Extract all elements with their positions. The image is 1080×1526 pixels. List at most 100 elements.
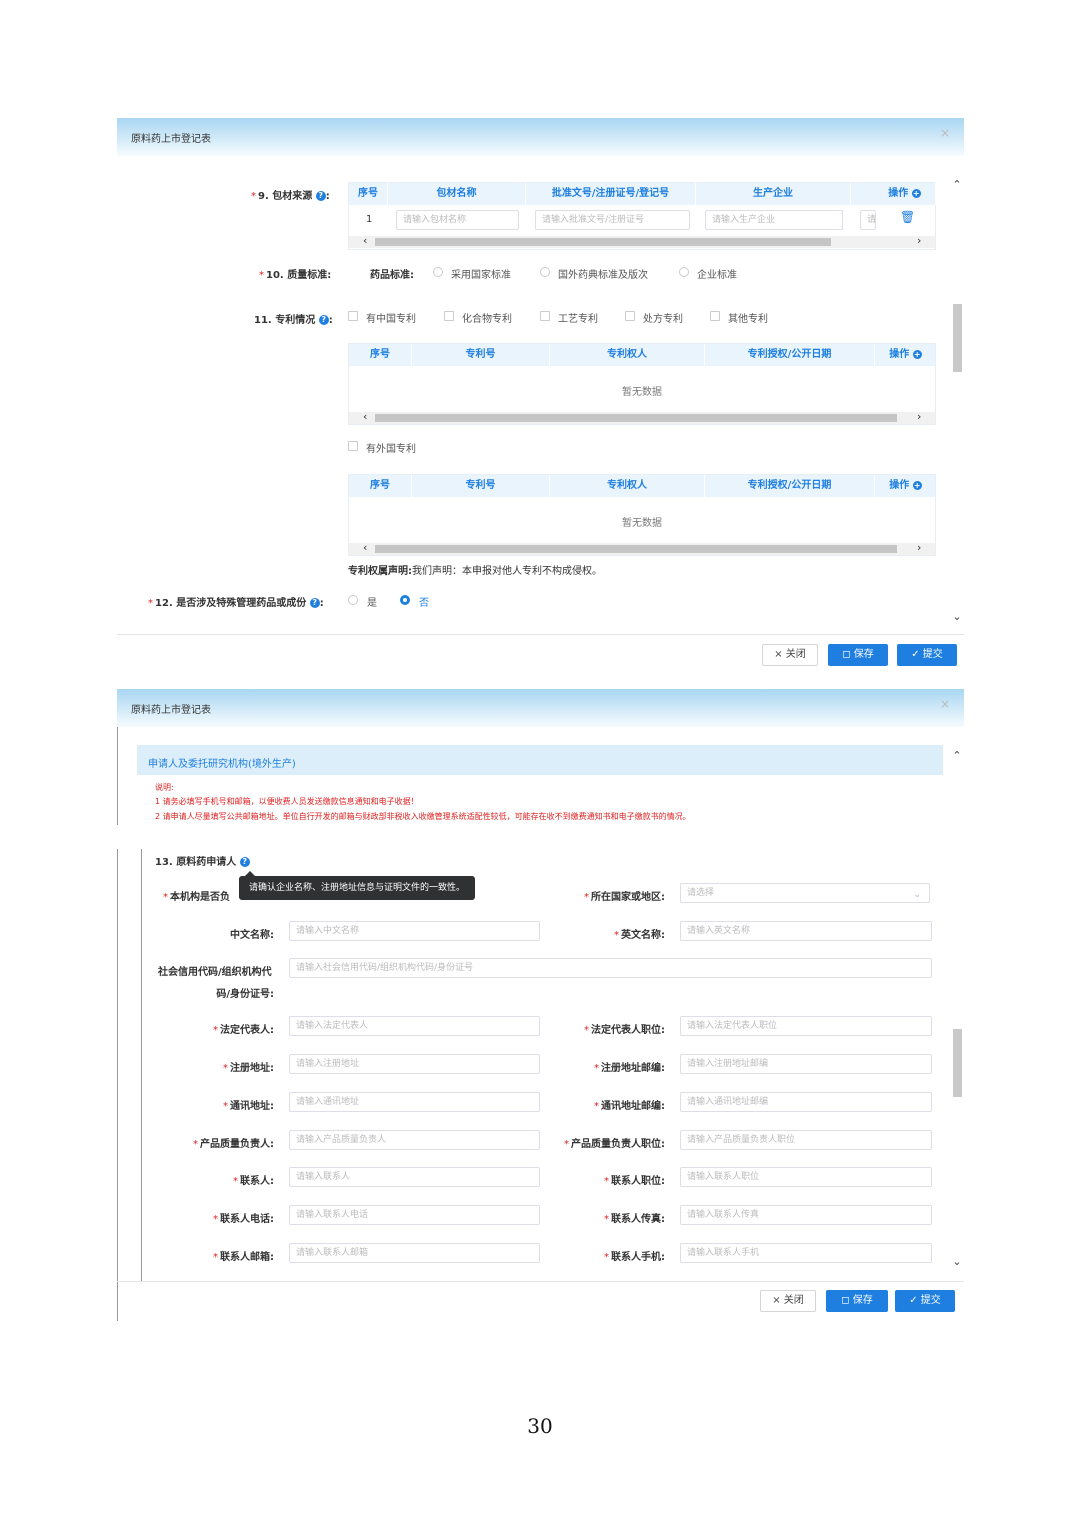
country-select[interactable]: 请选择 ⌄ [680,883,930,903]
reg-zip-input[interactable]: 请输入注册地址邮编 [680,1054,932,1074]
scroll-thumb[interactable] [953,1029,962,1097]
save-button[interactable]: ◻ 保存 [828,644,888,666]
label-packaging-source: * 9. 包材来源 ?: [251,191,330,202]
scroll-left-icon[interactable]: ‹ [363,541,367,554]
scroll-up-icon[interactable]: ⌃ [951,178,963,191]
option-foreign-pharmacopoeia: 国外药典标准及版次 [558,270,648,281]
help-icon[interactable]: ? [315,191,326,201]
scroll-up-icon[interactable]: ⌃ [951,749,963,762]
save-button[interactable]: ◻ 保存 [826,1290,888,1312]
label-contact-pos: * 联系人职位: [604,1176,665,1187]
dialog-divider [117,634,964,635]
packaging-table: 序号 包材名称 批准文号/注册证号/登记号 生产企业 操作 + 1 请输入包材名… [348,182,936,250]
checkbox-china-patent[interactable] [348,311,358,321]
add-icon[interactable]: + [912,349,922,359]
radio-yes[interactable] [348,595,358,605]
label-contact-email: * 联系人邮箱: [213,1252,274,1263]
submit-button[interactable]: ✓ 提交 [895,1290,955,1312]
checkbox-compound-patent[interactable] [444,311,454,321]
radio-national-standard[interactable] [433,267,443,277]
qa-person-input[interactable]: 请输入产品质量负责人 [289,1130,540,1150]
mail-addr-input[interactable]: 请输入通讯地址 [289,1092,540,1112]
label-contact-fax: * 联系人传真: [604,1214,665,1225]
legal-rep-input[interactable]: 请输入法定代表人 [289,1016,540,1036]
label-mail-zip: * 通讯地址邮编: [594,1101,665,1112]
legal-rep-pos-input[interactable]: 请输入法定代表人职位 [680,1016,932,1036]
empty-text: 暂无数据 [622,518,662,529]
close-button[interactable]: × 关闭 [760,1290,816,1312]
page-number: 30 [527,1414,553,1438]
close-button[interactable]: × 关闭 [762,644,818,666]
form-border-left [141,849,142,1281]
scroll-right-icon[interactable]: › [917,541,921,554]
radio-foreign-pharmacopoeia[interactable] [540,267,550,277]
label-credit-code-1: 社会信用代码/组织机构代 [158,967,272,978]
checkbox-other-patent[interactable] [710,311,720,321]
dialog-registration-1: 原料药上市登记表 × ⌃ ⌄ * 9. 包材来源 ?: 序号 包材名称 批准文号/… [117,118,964,666]
credit-code-input[interactable]: 请输入社会信用代码/组织机构代码/身份证号 [289,958,932,978]
contact-email-input[interactable]: 请输入联系人邮箱 [289,1243,540,1263]
extra-input[interactable]: 请 [860,210,876,230]
contact-tel-input[interactable]: 请输入联系人电话 [289,1205,540,1225]
scroll-left-icon[interactable]: ‹ [363,234,367,247]
checkbox-formulation-patent[interactable] [625,311,635,321]
contact-fax-input[interactable]: 请输入联系人传真 [680,1205,932,1225]
close-icon[interactable]: × [940,697,950,711]
china-patent-table: 序号 专利号 专利权人 专利授权/公开日期 操作 + 暂无数据 ‹ › [348,343,937,425]
patent-declaration: 专利权属声明:我们声明：本申报对他人专利不构成侵权。 [348,566,602,577]
col-approval-number: 批准文号/注册证号/登记号 [526,183,696,205]
label-patent-status: 11. 专利情况 ?: [254,315,333,326]
scroll-down-icon[interactable]: ⌄ [951,610,963,623]
col-patentee: 专利权人 [550,475,705,497]
hscroll-thumb[interactable] [375,545,897,553]
submit-button[interactable]: ✓ 提交 [897,644,957,666]
option-compound-patent: 化合物专利 [462,314,512,325]
help-icon[interactable]: ? [318,315,329,325]
label-legal-rep-pos: * 法定代表人职位: [584,1025,665,1036]
dialog-header: 原料药上市登记表 × [117,689,964,727]
vertical-scrollbar[interactable]: ⌃ ⌄ [951,178,963,628]
approval-number-input[interactable]: 请输入批准文号/注册证号 [535,210,690,230]
mail-zip-input[interactable]: 请输入通讯地址邮编 [680,1092,932,1112]
reg-addr-input[interactable]: 请输入注册地址 [289,1054,540,1074]
col-patent-number: 专利号 [412,344,550,366]
en-name-input[interactable]: 请输入英文名称 [680,921,932,941]
notice-heading: 说明: [155,783,174,792]
delete-icon[interactable]: 🗑 [900,210,915,224]
horizontal-scrollbar[interactable]: ‹ › [349,410,935,424]
close-icon[interactable]: × [940,126,950,140]
checkbox-foreign-patent[interactable] [348,441,358,451]
label-contact-tel: * 联系人电话: [213,1214,274,1225]
scroll-down-icon[interactable]: ⌄ [951,1255,963,1268]
horizontal-scrollbar[interactable]: ‹ › [349,541,935,555]
scroll-right-icon[interactable]: › [917,234,921,247]
add-icon[interactable]: + [912,480,922,490]
radio-enterprise-standard[interactable] [679,267,689,277]
label-qa-person: * 产品质量负责人: [193,1139,274,1150]
qa-pos-input[interactable]: 请输入产品质量负责人职位 [680,1130,932,1150]
row-index: 1 [366,214,373,225]
horizontal-scrollbar[interactable]: ‹ › [349,234,935,248]
save-icon: ◻ [841,1295,850,1306]
contact-pos-input[interactable]: 请输入联系人职位 [680,1167,932,1187]
dialog-divider [117,1281,964,1282]
col-patentee: 专利权人 [550,344,705,366]
label-en-name: * 英文名称: [614,930,665,941]
hscroll-thumb[interactable] [375,414,897,422]
scroll-right-icon[interactable]: › [917,410,921,423]
label-reg-zip: * 注册地址邮编: [594,1063,665,1074]
radio-no[interactable] [400,595,410,605]
manufacturer-input[interactable]: 请输入生产企业 [705,210,843,230]
hscroll-thumb[interactable] [375,238,831,246]
check-icon: ✓ [911,649,920,660]
contact-input[interactable]: 请输入联系人 [289,1167,540,1187]
contact-mobile-input[interactable]: 请输入联系人手机 [680,1243,932,1263]
cn-name-input[interactable]: 请输入中文名称 [289,921,540,941]
scroll-thumb[interactable] [953,304,962,372]
packaging-name-input[interactable]: 请输入包材名称 [396,210,519,230]
add-icon[interactable]: + [911,188,921,198]
scroll-left-icon[interactable]: ‹ [363,410,367,423]
dialog-title: 原料药上市登记表 [131,134,211,145]
help-icon[interactable]: ? [309,598,320,608]
checkbox-process-patent[interactable] [540,311,550,321]
